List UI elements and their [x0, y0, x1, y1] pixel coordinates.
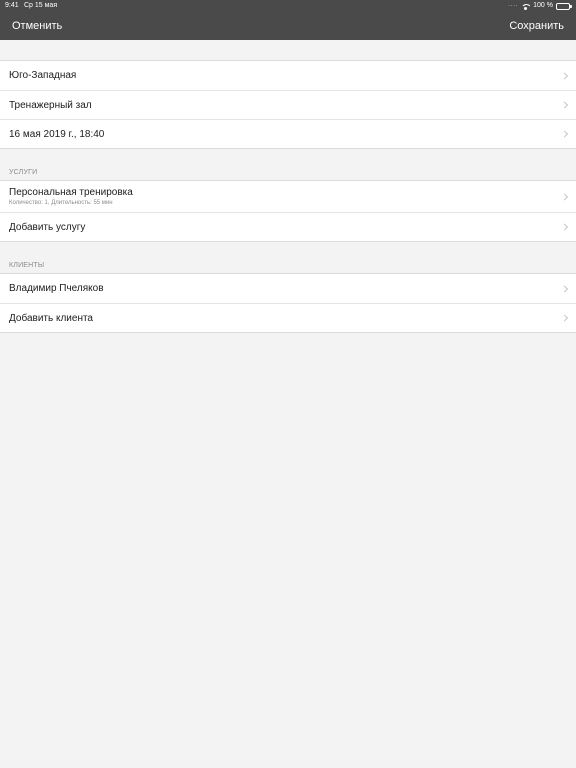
form-content: Юго-Западная Тренажерный зал 16 мая 2019…: [0, 40, 576, 333]
service-subtitle: Количество: 1, Длительность: 55 мин: [9, 200, 113, 206]
wifi-icon: [521, 3, 531, 10]
navigation-bar: 9:41 Ср 15 мая ···· 100 % Отменить Сохра…: [0, 0, 576, 40]
details-group: Юго-Западная Тренажерный зал 16 мая 2019…: [0, 60, 576, 149]
service-item[interactable]: Персональная тренировка Количество: 1, Д…: [0, 181, 576, 212]
add-service-label: Добавить услугу: [9, 221, 86, 233]
client-name: Владимир Пчеляков: [9, 283, 104, 294]
save-button[interactable]: Сохранить: [509, 20, 564, 33]
chevron-right-icon: [560, 223, 569, 231]
add-client-label: Добавить клиента: [9, 312, 93, 324]
battery-icon: [556, 2, 572, 10]
add-service-button[interactable]: Добавить услугу: [0, 212, 576, 241]
add-client-button[interactable]: Добавить клиента: [0, 303, 576, 332]
services-group: Персональная тренировка Количество: 1, Д…: [0, 180, 576, 242]
chevron-right-icon: [560, 101, 569, 109]
chevron-right-icon: [560, 314, 569, 322]
chevron-right-icon: [560, 192, 569, 201]
status-date: Ср 15 мая: [24, 2, 58, 9]
client-item[interactable]: Владимир Пчеляков: [0, 274, 576, 303]
battery-percent: 100 %: [533, 2, 553, 9]
chevron-right-icon: [560, 130, 569, 138]
status-right: ···· 100 %: [508, 0, 572, 12]
datetime-row[interactable]: 16 мая 2019 г., 18:40: [0, 119, 576, 148]
location-row[interactable]: Юго-Западная: [0, 61, 576, 90]
room-label: Тренажерный зал: [9, 99, 92, 111]
clients-header: КЛИЕНТЫ: [9, 262, 45, 269]
cancel-button[interactable]: Отменить: [12, 20, 62, 33]
service-title: Персональная тренировка: [9, 187, 133, 198]
signal-dots-icon: ····: [508, 3, 519, 9]
room-row[interactable]: Тренажерный зал: [0, 90, 576, 119]
chevron-right-icon: [560, 284, 569, 293]
services-header: УСЛУГИ: [9, 169, 38, 176]
status-bar: 9:41 Ср 15 мая ···· 100 %: [0, 0, 576, 12]
chevron-right-icon: [560, 71, 569, 80]
clients-group: Владимир Пчеляков Добавить клиента: [0, 273, 576, 333]
datetime-label: 16 мая 2019 г., 18:40: [9, 128, 105, 140]
location-label: Юго-Западная: [9, 70, 77, 81]
status-time: 9:41: [5, 2, 19, 9]
